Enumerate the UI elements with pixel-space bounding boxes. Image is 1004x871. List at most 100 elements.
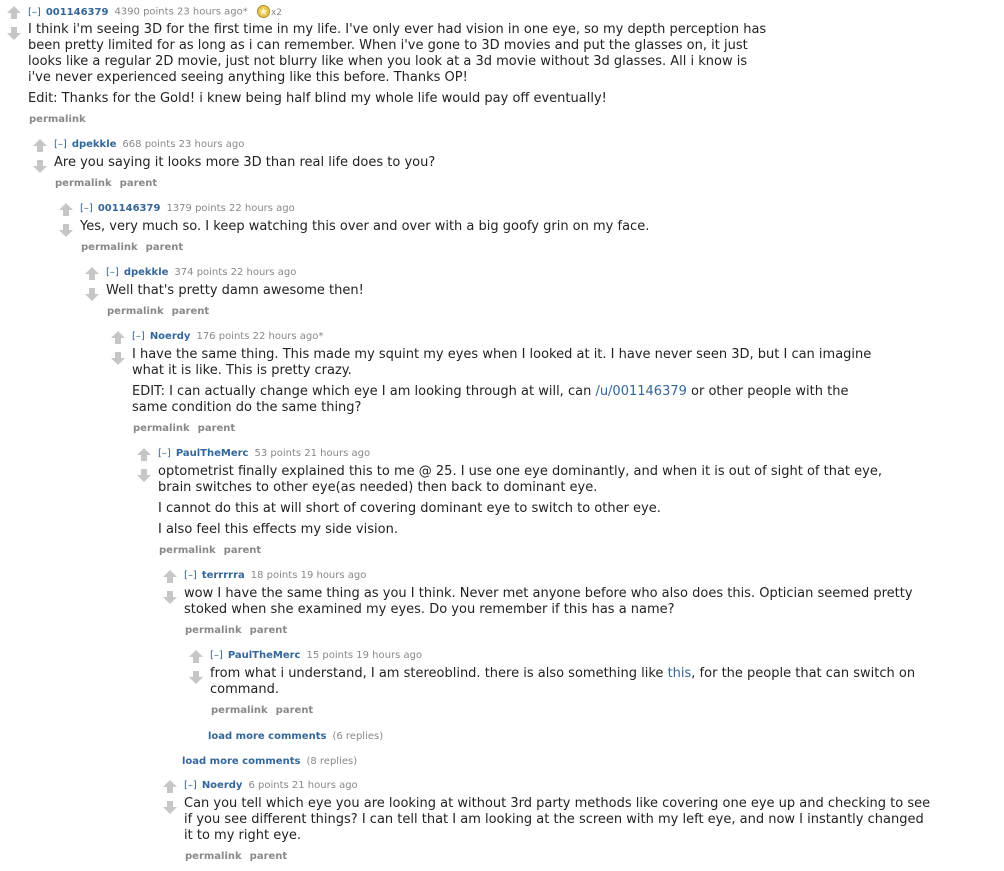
parent-link[interactable]: parent [172, 306, 210, 317]
parent-link[interactable]: parent [250, 851, 288, 862]
comment-buttons: permalink parent [133, 423, 243, 434]
upvote-arrow-icon[interactable] [110, 330, 126, 345]
comment-line: I cannot do this at will short of coveri… [158, 501, 661, 516]
comment-line: wow I have the same thing as you I think… [184, 586, 913, 601]
comment-score: 6 points 21 hours ago [248, 780, 358, 791]
collapse-toggle[interactable]: [–] [106, 267, 119, 278]
parent-link[interactable]: parent [250, 625, 288, 636]
collapse-toggle[interactable]: [–] [184, 570, 197, 581]
user-mention-link[interactable]: /u/001146379 [595, 384, 686, 399]
comment-author[interactable]: Noerdy [202, 780, 243, 791]
comment-body: Well that's pretty damn awesome then! [106, 283, 364, 299]
parent-link[interactable]: parent [276, 705, 314, 716]
comment-tagline: [–] dpekkle 374 points 22 hours ago [106, 266, 296, 279]
comment-author[interactable]: 001146379 [98, 203, 161, 214]
permalink-link[interactable]: permalink [159, 545, 216, 556]
comment-line: same condition do the same thing? [132, 400, 362, 415]
collapse-toggle[interactable]: [–] [54, 139, 67, 150]
downvote-arrow-icon[interactable] [162, 590, 178, 605]
permalink-link[interactable]: permalink [29, 114, 86, 125]
comment-line: what it is like. This is pretty crazy. [132, 363, 352, 378]
upvote-arrow-icon[interactable] [162, 779, 178, 794]
downvote-arrow-icon[interactable] [162, 800, 178, 815]
vote-arrows [162, 569, 178, 605]
comment-buttons: permalink parent [55, 178, 165, 189]
downvote-arrow-icon[interactable] [110, 351, 126, 366]
collapse-toggle[interactable]: [–] [80, 203, 93, 214]
comment-author[interactable]: dpekkle [72, 139, 117, 150]
comment-tagline: [–] 001146379 4390 points 23 hours ago* x2 [28, 5, 282, 20]
comment-line: brain switches to other eye(as needed) t… [158, 480, 598, 495]
load-more-comments-link[interactable]: load more comments [208, 731, 326, 742]
gold-award-icon [256, 5, 270, 18]
comment-tagline: [–] Noerdy 6 points 21 hours ago [184, 779, 358, 792]
collapse-toggle[interactable]: [–] [210, 650, 223, 661]
collapse-toggle[interactable]: [–] [158, 448, 171, 459]
collapse-toggle[interactable]: [–] [28, 7, 41, 18]
comment-body: Yes, very much so. I keep watching this … [80, 219, 649, 235]
comment-score: 374 points 22 hours ago [174, 267, 297, 278]
permalink-link[interactable]: permalink [81, 242, 138, 253]
upvote-arrow-icon[interactable] [84, 266, 100, 281]
comment-body: I have the same thing. This made my squi… [132, 347, 871, 416]
upvote-arrow-icon[interactable] [188, 649, 204, 664]
comment-author[interactable]: Noerdy [150, 331, 191, 342]
upvote-arrow-icon[interactable] [32, 138, 48, 153]
comment-text: from what i understand, I am stereoblind… [210, 666, 668, 681]
comment-buttons: permalink parent [81, 242, 191, 253]
downvote-arrow-icon[interactable] [6, 26, 22, 41]
parent-link[interactable]: parent [198, 423, 236, 434]
comment-line: command. [210, 682, 280, 697]
permalink-link[interactable]: permalink [185, 625, 242, 636]
vote-arrows [110, 330, 126, 366]
permalink-link[interactable]: permalink [107, 306, 164, 317]
comment-buttons: permalink parent [185, 625, 295, 636]
vote-arrows [6, 5, 22, 41]
vote-arrows [162, 779, 178, 815]
comment-line: it to my right eye. [184, 828, 302, 843]
permalink-link[interactable]: permalink [133, 423, 190, 434]
comment-score: 15 points 19 hours ago [306, 650, 423, 661]
upvote-arrow-icon[interactable] [136, 447, 152, 462]
vote-arrows [32, 138, 48, 174]
reply-count: (6 replies) [332, 731, 384, 742]
comment-line: Yes, very much so. I keep watching this … [80, 219, 650, 234]
downvote-arrow-icon[interactable] [136, 468, 152, 483]
downvote-arrow-icon[interactable] [58, 223, 74, 238]
comment-line: looks like a regular 2D movie, just not … [28, 54, 748, 69]
upvote-arrow-icon[interactable] [162, 569, 178, 584]
upvote-arrow-icon[interactable] [6, 5, 22, 20]
comment-author[interactable]: PaulTheMerc [176, 448, 249, 459]
collapse-toggle[interactable]: [–] [184, 780, 197, 791]
permalink-link[interactable]: permalink [55, 178, 112, 189]
this-link[interactable]: this [668, 666, 692, 681]
upvote-arrow-icon[interactable] [58, 202, 74, 217]
comment-buttons: permalink parent [211, 705, 321, 716]
comment-body: Can you tell which eye you are looking a… [184, 796, 930, 844]
parent-link[interactable]: parent [146, 242, 184, 253]
downvote-arrow-icon[interactable] [32, 159, 48, 174]
parent-link[interactable]: parent [120, 178, 158, 189]
downvote-arrow-icon[interactable] [188, 670, 204, 685]
comment-line: I also feel this effects my side vision. [158, 522, 398, 537]
vote-arrows [58, 202, 74, 238]
vote-arrows [136, 447, 152, 483]
comment-buttons: permalink parent [107, 306, 217, 317]
comment-line: I think i'm seeing 3D for the first time… [28, 22, 767, 37]
comment-author[interactable]: dpekkle [124, 267, 169, 278]
comment-tagline: [–] dpekkle 668 points 23 hours ago [54, 138, 244, 151]
collapse-toggle[interactable]: [–] [132, 331, 145, 342]
comment-author[interactable]: PaulTheMerc [228, 650, 301, 661]
comment-tagline: [–] 001146379 1379 points 22 hours ago [80, 202, 295, 215]
comment-text: , for the people that can switch on [691, 666, 916, 681]
parent-link[interactable]: parent [224, 545, 262, 556]
comment-line: if you see different things? I can tell … [184, 812, 924, 827]
load-more-comments-link[interactable]: load more comments [182, 756, 300, 767]
comment-body: optometrist finally explained this to me… [158, 464, 882, 538]
permalink-link[interactable]: permalink [211, 705, 268, 716]
comment-score: 53 points 21 hours ago [254, 448, 371, 459]
comment-author[interactable]: terrrrra [202, 570, 245, 581]
permalink-link[interactable]: permalink [185, 851, 242, 862]
downvote-arrow-icon[interactable] [84, 287, 100, 302]
comment-author[interactable]: 001146379 [46, 7, 109, 18]
